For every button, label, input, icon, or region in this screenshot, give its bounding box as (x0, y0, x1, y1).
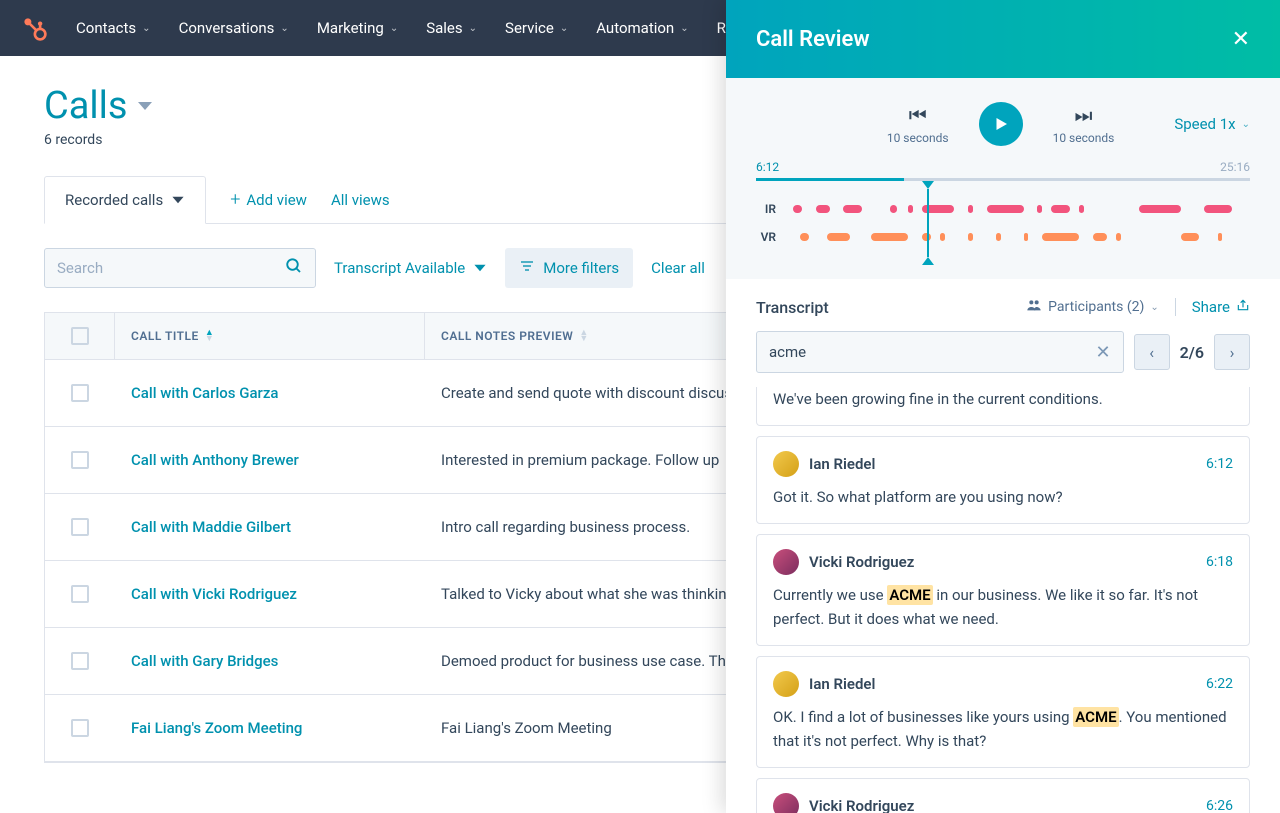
time-total: 25:16 (1220, 160, 1250, 174)
entry-text: We've been growing fine in the current c… (773, 387, 1233, 411)
nav-conversations[interactable]: Conversations⌄ (179, 19, 289, 37)
nav-service[interactable]: Service⌄ (505, 19, 568, 37)
time-current: 6:12 (756, 160, 779, 174)
clear-search-icon[interactable]: ✕ (1096, 342, 1111, 363)
call-title-link[interactable]: Call with Vicki Rodriguez (131, 585, 297, 603)
share-icon (1236, 298, 1250, 316)
rewind-icon: ⏮ (909, 103, 927, 127)
avatar (773, 451, 799, 477)
panel-header: Call Review ✕ (726, 0, 1280, 78)
speaker-name: Vicki Rodriguez (809, 553, 914, 571)
entry-text: OK. I find a lot of businesses like your… (773, 705, 1233, 753)
transcript-entry[interactable]: Vicki Rodriguez 6:18 Currently we use AC… (756, 534, 1250, 646)
chevron-down-icon: ⌄ (560, 23, 568, 34)
plus-icon: + (230, 189, 240, 210)
column-header-call-title[interactable]: CALL TITLE ▲▼ (115, 313, 425, 359)
call-title-link[interactable]: Call with Carlos Garza (131, 384, 278, 402)
avatar (773, 671, 799, 697)
row-checkbox[interactable] (45, 561, 115, 627)
chevron-down-icon: ⌄ (469, 23, 477, 34)
search-icon (285, 257, 303, 279)
speaker-name: Vicki Rodriguez (809, 797, 914, 813)
more-filters-button[interactable]: More filters (505, 248, 633, 288)
track-IR[interactable]: IR (756, 195, 1250, 223)
nav-automation[interactable]: Automation⌄ (596, 19, 688, 37)
prev-match-button[interactable]: ‹ (1134, 334, 1170, 370)
chevron-down-icon (475, 265, 486, 271)
play-button[interactable] (979, 102, 1023, 146)
filters-icon (519, 258, 535, 278)
transcript-search-input[interactable]: acme ✕ (756, 331, 1124, 373)
playback-speed[interactable]: Speed 1x ⌄ (1174, 115, 1250, 133)
transcript-entries: We've been growing fine in the current c… (756, 387, 1250, 813)
transcript-entry[interactable]: Ian Riedel 6:12 Got it. So what platform… (756, 436, 1250, 524)
rewind-10-button[interactable]: ⏮ 10 seconds (887, 103, 949, 145)
entry-timestamp[interactable]: 6:18 (1206, 554, 1233, 570)
playhead[interactable] (927, 189, 929, 257)
chevron-down-icon (173, 197, 184, 203)
page-title: Calls (44, 84, 128, 128)
sort-icon: ▲▼ (205, 330, 214, 342)
select-all-checkbox[interactable] (45, 313, 115, 359)
chevron-down-icon: ⌄ (390, 23, 398, 34)
entry-timestamp[interactable]: 6:26 (1206, 798, 1233, 813)
sort-icon: ▲▼ (579, 330, 588, 342)
entry-timestamp[interactable]: 6:22 (1206, 676, 1233, 692)
audio-player: ⏮ 10 seconds ⏭ 10 seconds Speed 1x ⌄ 6:1… (726, 78, 1280, 279)
entry-timestamp[interactable]: 6:12 (1206, 456, 1233, 472)
nav-marketing[interactable]: Marketing⌄ (317, 19, 398, 37)
match-counter: 2/6 (1180, 343, 1204, 362)
call-title-link[interactable]: Call with Maddie Gilbert (131, 518, 291, 536)
row-checkbox[interactable] (45, 427, 115, 493)
nav-contacts[interactable]: Contacts⌄ (76, 19, 151, 37)
transcript-heading: Transcript (756, 298, 829, 317)
add-view-button[interactable]: + Add view (230, 189, 307, 210)
entry-text: Currently we use ACME in our business. W… (773, 583, 1233, 631)
chevron-down-icon: ⌄ (142, 23, 150, 34)
speaker-name: Ian Riedel (809, 455, 875, 473)
row-checkbox[interactable] (45, 360, 115, 426)
transcript-section: Transcript Participants (2) ⌄ Share (726, 279, 1280, 813)
row-checkbox[interactable] (45, 628, 115, 694)
nav-sales[interactable]: Sales⌄ (426, 19, 477, 37)
play-icon (992, 115, 1010, 133)
call-title-link[interactable]: Call with Gary Bridges (131, 652, 278, 670)
forward-icon: ⏭ (1074, 103, 1092, 127)
search-input[interactable]: Search (44, 248, 316, 288)
entry-text: Got it. So what platform are you using n… (773, 485, 1233, 509)
chevron-down-icon: ⌄ (680, 23, 688, 34)
transcript-entry[interactable]: Ian Riedel 6:22 OK. I find a lot of busi… (756, 656, 1250, 768)
row-checkbox[interactable] (45, 494, 115, 560)
next-match-button[interactable]: › (1214, 334, 1250, 370)
speaker-name: Ian Riedel (809, 675, 875, 693)
transcript-available-filter[interactable]: Transcript Available (334, 259, 487, 277)
all-views-link[interactable]: All views (331, 191, 390, 209)
avatar (773, 549, 799, 575)
call-title-link[interactable]: Call with Anthony Brewer (131, 451, 299, 469)
tab-recorded-calls[interactable]: Recorded calls (44, 176, 206, 224)
page-title-dropdown-icon[interactable] (138, 102, 152, 110)
participants-dropdown[interactable]: Participants (2) ⌄ (1026, 297, 1159, 317)
hubspot-logo (20, 14, 48, 42)
transcript-entry[interactable]: We've been growing fine in the current c… (756, 387, 1250, 426)
timeline[interactable]: 6:12 25:16 (756, 160, 1250, 181)
speaker-tracks[interactable]: IRVR (756, 195, 1250, 251)
call-review-panel: Call Review ✕ ⏮ 10 seconds ⏭ 10 seconds … (726, 0, 1280, 813)
close-icon[interactable]: ✕ (1232, 27, 1250, 52)
participants-icon (1026, 297, 1042, 317)
track-VR[interactable]: VR (756, 223, 1250, 251)
chevron-down-icon: ⌄ (1242, 119, 1250, 130)
avatar (773, 793, 799, 813)
chevron-down-icon: ⌄ (1150, 302, 1158, 313)
share-button[interactable]: Share (1175, 298, 1250, 316)
forward-10-button[interactable]: ⏭ 10 seconds (1053, 103, 1115, 145)
clear-all-button[interactable]: Clear all (651, 259, 705, 277)
row-checkbox[interactable] (45, 695, 115, 761)
chevron-down-icon: ⌄ (280, 23, 288, 34)
call-title-link[interactable]: Fai Liang's Zoom Meeting (131, 719, 302, 737)
transcript-entry[interactable]: Vicki Rodriguez 6:26 I could go on for a… (756, 778, 1250, 813)
